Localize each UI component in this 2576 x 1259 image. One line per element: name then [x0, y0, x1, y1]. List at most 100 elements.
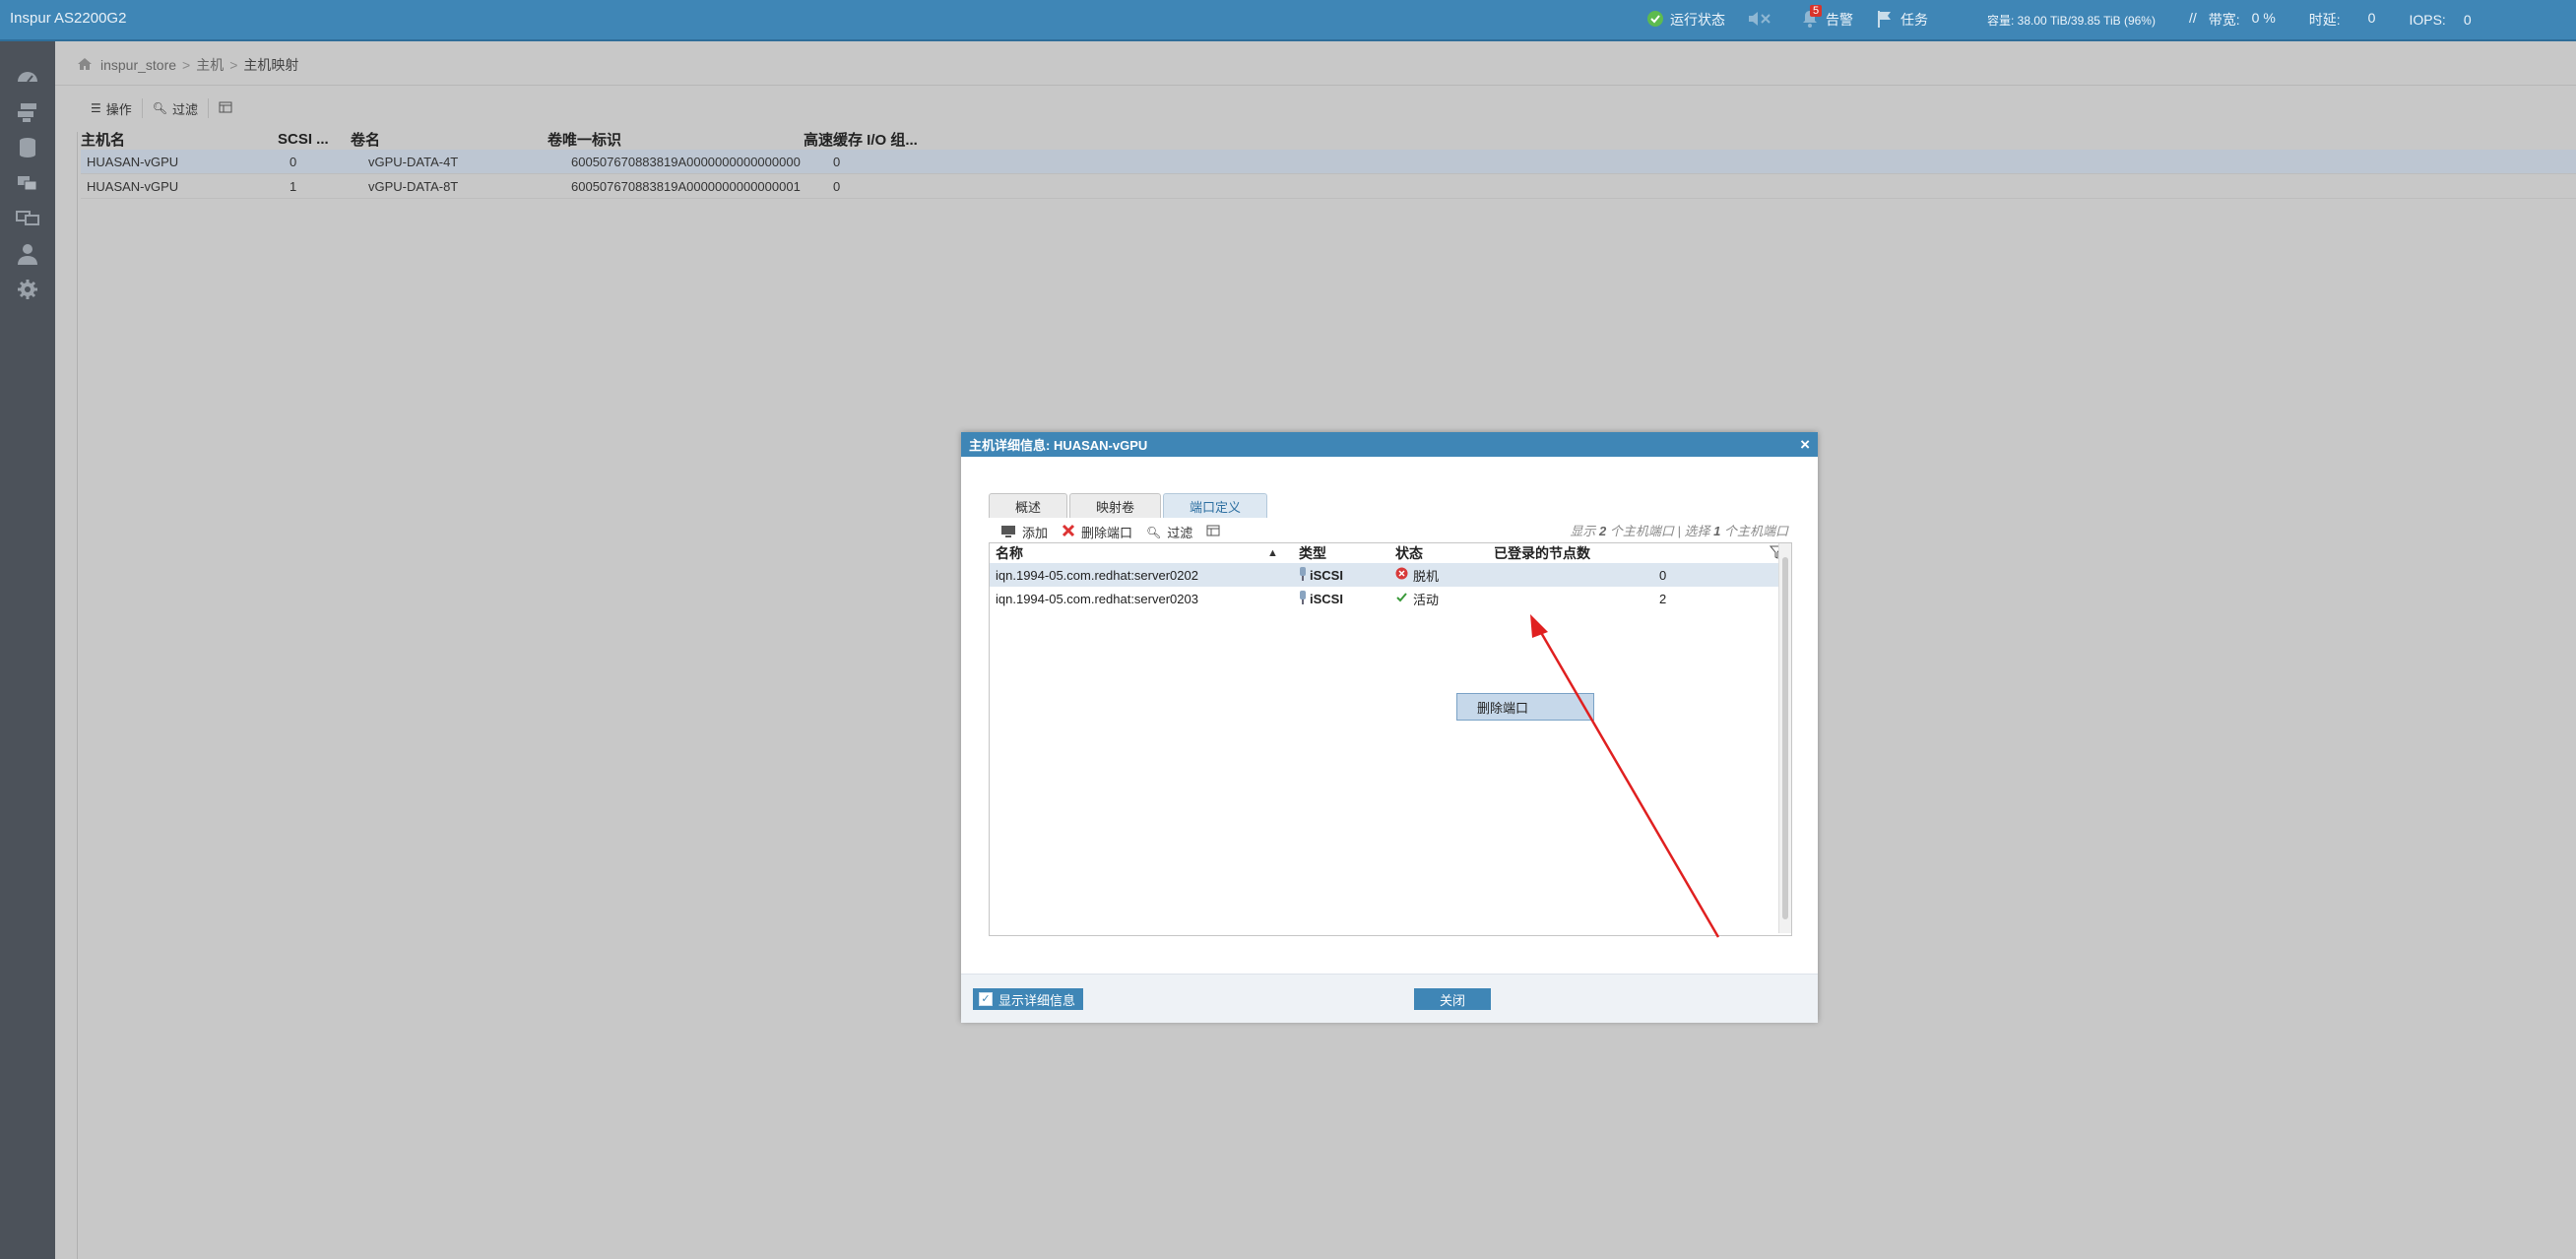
cell-port-name: iqn.1994-05.com.redhat:server0202 — [996, 567, 1198, 583]
iops-value: 0 — [2463, 12, 2472, 28]
cell-io-group: 0 — [833, 178, 841, 194]
close-button[interactable]: 关闭 — [1414, 988, 1491, 1010]
cell-port-type: iSCSI — [1295, 590, 1395, 607]
column-header-logged-nodes[interactable]: 已登录的节点数 — [1494, 543, 1671, 563]
tab-port-definitions[interactable]: 端口定义 — [1163, 493, 1268, 518]
port-filter-button[interactable]: 🔍︎ 过滤 — [1146, 523, 1192, 541]
host-mapping-table: 主机名 SCSI ... 卷名 卷唯一标识 高速缓存 I/O 组... HUAS… — [81, 128, 2576, 199]
dialog-title-bar: 主机详细信息: HUASAN-vGPU × — [961, 432, 1818, 457]
show-details-label: 显示详细信息 — [998, 992, 1076, 1008]
cell-scsi: 0 — [290, 154, 297, 169]
breadcrumb-item-current: 主机映射 — [243, 57, 299, 73]
summary-selected: 1 — [1713, 524, 1721, 538]
close-icon[interactable]: × — [1800, 435, 1810, 455]
sidebar-monitoring[interactable] — [0, 94, 55, 130]
speaker-muted-icon — [1747, 9, 1772, 31]
app-title: Inspur AS2200G2 — [10, 10, 127, 27]
breadcrumb-item-hosts[interactable]: 主机 — [196, 55, 224, 75]
alarm-button[interactable]: 5 告警 — [1800, 4, 1853, 31]
home-icon[interactable] — [77, 57, 93, 74]
add-port-button[interactable]: 添加 — [1000, 523, 1048, 541]
column-header-io-group[interactable]: 高速缓存 I/O 组... — [804, 129, 1000, 150]
mute-button[interactable] — [1747, 9, 1778, 31]
bell-icon: 5 — [1800, 4, 1823, 31]
cell-io-group: 0 — [833, 154, 841, 169]
iops-readout: IOPS: 0 — [2409, 12, 2471, 28]
summary-mid: 个主机端口 | 选择 — [1609, 524, 1710, 538]
port-type-text: iSCSI — [1310, 567, 1343, 583]
port-status-text: 活动 — [1413, 592, 1440, 607]
logged-nodes-count: 2 — [1659, 591, 1667, 606]
filter-button[interactable]: 🔍︎ 过滤 — [143, 98, 210, 118]
plug-icon — [1299, 566, 1307, 584]
port-export-button[interactable] — [1206, 525, 1220, 539]
actions-button[interactable]: ☰ 操作 — [81, 98, 143, 118]
capacity-value: 容量: 38.00 TiB/39.85 TiB (96%) — [1987, 13, 2156, 28]
table-row[interactable]: HUASAN-vGPU 1 vGPU-DATA-8T 6005076708838… — [81, 174, 2576, 199]
add-port-label: 添加 — [1022, 526, 1049, 540]
sidebar-hosts[interactable] — [0, 201, 55, 236]
cell-port-type: iSCSI — [1295, 566, 1395, 584]
table-header: 主机名 SCSI ... 卷名 卷唯一标识 高速缓存 I/O 组... — [81, 128, 2576, 150]
task-label: 任务 — [1900, 12, 1928, 28]
run-status-button[interactable]: 运行状态 — [1646, 10, 1725, 31]
scrollbar-thumb[interactable] — [1782, 557, 1788, 919]
delete-port-button[interactable]: 删除端口 — [1062, 523, 1132, 541]
servers-icon — [18, 103, 36, 122]
sidebar-settings[interactable] — [0, 272, 55, 307]
column-header-name[interactable]: 名称 — [990, 543, 1295, 563]
sidebar — [0, 41, 55, 1259]
show-details-checkbox[interactable]: ✓ 显示详细信息 — [973, 988, 1084, 1010]
sidebar-volumes[interactable] — [0, 165, 55, 201]
port-row[interactable]: iqn.1994-05.com.redhat:server0203 iSCSI … — [990, 587, 1791, 610]
dialog-tabs: 概述 映射卷 端口定义 — [989, 493, 1269, 518]
summary-suffix: 个主机端口 — [1723, 524, 1788, 538]
alarm-label: 告警 — [1826, 12, 1853, 28]
column-header-volume[interactable]: 卷名 — [351, 129, 547, 150]
capacity-readout: 容量: 38.00 TiB/39.85 TiB (96%) — [1987, 12, 2156, 29]
bandwidth-readout: // 带宽: 0 % — [2189, 10, 2276, 30]
list-icon: ☰ — [91, 101, 101, 115]
table-row[interactable]: HUASAN-vGPU 0 vGPU-DATA-4T 6005076708838… — [81, 150, 2576, 174]
tab-mapped-volumes[interactable]: 映射卷 — [1069, 493, 1162, 518]
port-table-header: 名称 ▲ 类型 状态 已登录的节点数 — [990, 543, 1791, 563]
breadcrumb-item-store[interactable]: inspur_store — [100, 57, 176, 73]
export-button[interactable] — [209, 98, 242, 118]
cell-volume: vGPU-DATA-8T — [368, 178, 459, 194]
port-type-text: iSCSI — [1310, 591, 1343, 606]
plug-icon — [1299, 590, 1307, 607]
dialog-footer: ✓ 显示详细信息 关闭 — [961, 974, 1818, 1023]
column-header-scsi[interactable]: SCSI ... — [278, 131, 351, 148]
divider — [77, 132, 78, 1259]
iops-label: IOPS: — [2409, 12, 2446, 28]
bandwidth-label: 带宽: — [2208, 12, 2240, 28]
cell-scsi: 1 — [290, 178, 297, 194]
column-header-uid[interactable]: 卷唯一标识 — [547, 129, 804, 150]
database-icon — [20, 138, 35, 157]
scrollbar[interactable] — [1778, 543, 1791, 933]
latency-label: 时延: — [2308, 12, 2341, 28]
sidebar-pools[interactable] — [0, 130, 55, 165]
port-toolbar: 添加 删除端口 🔍︎ 过滤 — [1000, 523, 1234, 541]
sort-ascending-icon[interactable]: ▲ — [1267, 547, 1278, 559]
tab-overview[interactable]: 概述 — [989, 493, 1068, 518]
breadcrumb-separator: > — [229, 57, 238, 73]
port-row[interactable]: iqn.1994-05.com.redhat:server0202 iSCSI … — [990, 563, 1791, 587]
red-x-icon — [1062, 524, 1075, 540]
check-circle-icon — [1646, 10, 1664, 31]
checkbox-checked-icon: ✓ — [979, 992, 993, 1006]
cell-logged-nodes: 0 — [1494, 568, 1718, 583]
latency-value: 0 — [2367, 10, 2376, 26]
column-header-host[interactable]: 主机名 — [81, 129, 278, 150]
cell-host: HUASAN-vGPU — [87, 178, 179, 194]
hosts-monitor-icon — [16, 211, 39, 225]
table-export-icon — [219, 101, 232, 116]
alarm-count-badge: 5 — [1810, 4, 1823, 17]
task-button[interactable]: 任务 — [1875, 9, 1928, 31]
column-header-type[interactable]: 类型 — [1295, 543, 1395, 563]
cell-uid: 600507670883819A0000000000000000 — [571, 154, 801, 169]
column-header-status[interactable]: 状态 — [1395, 543, 1494, 563]
sidebar-access[interactable] — [0, 236, 55, 272]
sidebar-dashboard[interactable] — [0, 59, 55, 94]
cell-host: HUASAN-vGPU — [87, 154, 179, 169]
